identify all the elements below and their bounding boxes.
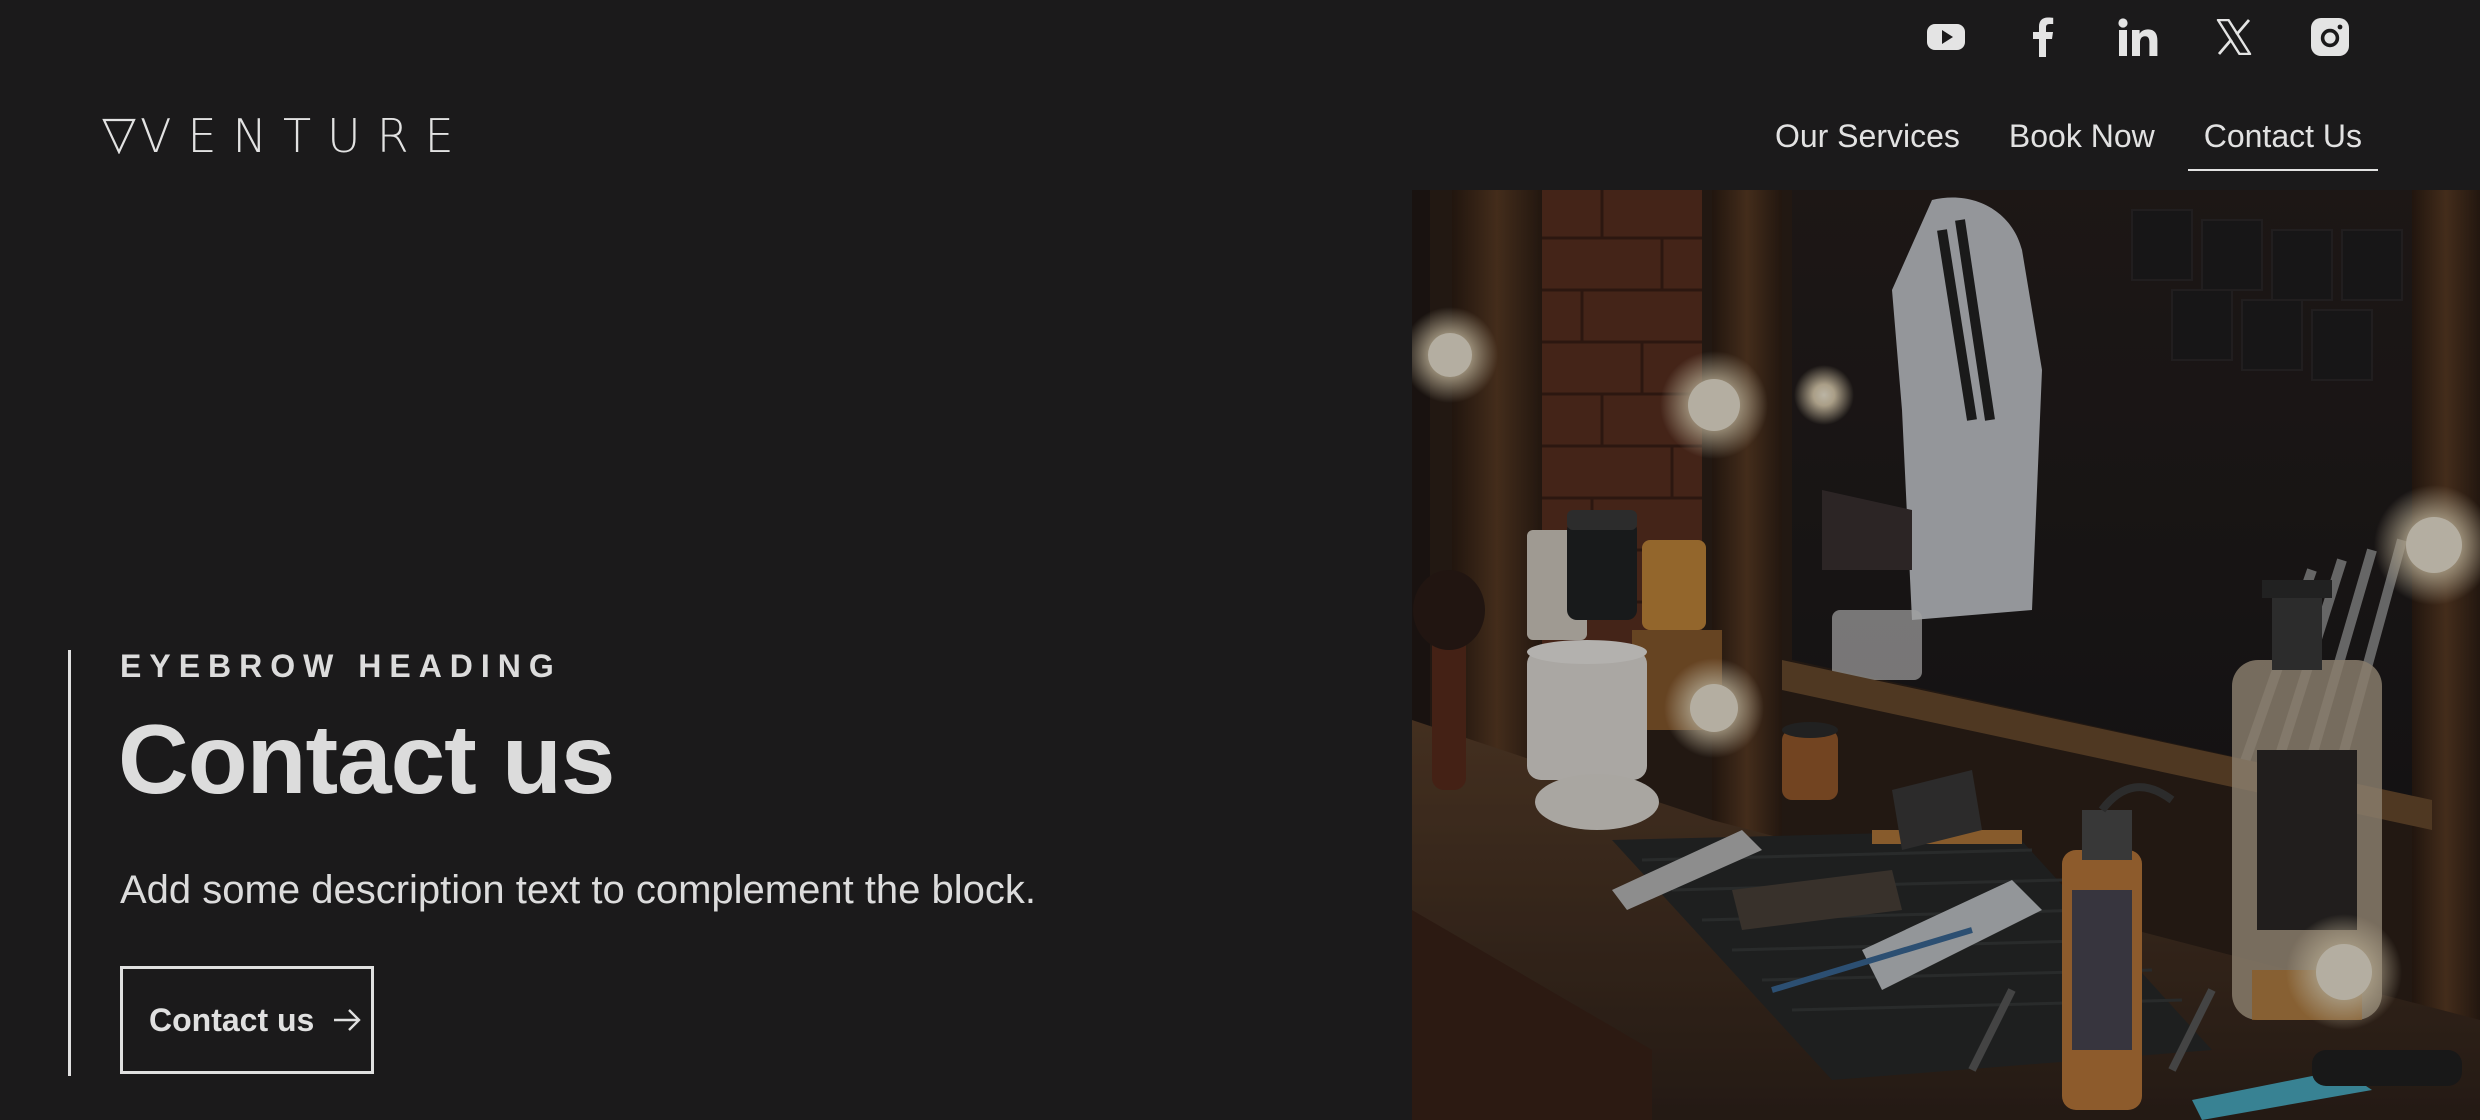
arrow-right-icon [334,1009,362,1031]
eyebrow-heading: EYEBROW HEADING [120,648,562,684]
logo[interactable]: VENTURE [102,109,470,163]
nav-item-our-services[interactable]: Our Services [1759,112,1976,171]
description-text: Add some description text to complement … [120,868,1037,912]
hero-image [1412,190,2480,1120]
main-nav: Our Services Book Now Contact Us [1742,112,2378,171]
barbershop-photo [1412,190,2480,1120]
logo-text: VENTURE [140,109,470,163]
content-rule [68,650,71,1076]
facebook-icon [2033,17,2054,57]
nav-item-book-now[interactable]: Book Now [1993,112,2171,171]
social-bar [1898,14,2378,60]
nav-item-contact-us[interactable]: Contact Us [2187,112,2378,171]
triangle-logo-icon [102,118,136,154]
social-link-x[interactable] [2186,14,2282,60]
social-link-facebook[interactable] [1994,14,2090,60]
youtube-icon [1927,24,1965,50]
instagram-icon [2311,18,2349,56]
page-title: Contact us [118,704,615,814]
social-link-linkedin[interactable] [2090,14,2186,60]
linkedin-icon [2118,18,2158,56]
x-icon [2216,19,2252,55]
social-link-youtube[interactable] [1898,14,1994,60]
social-link-instagram[interactable] [2282,14,2378,60]
contact-us-button[interactable]: Contact us [120,966,374,1074]
page: VENTURE Our Services Book Now Contact Us [0,0,2480,1120]
contact-us-button-label: Contact us [149,1001,315,1038]
